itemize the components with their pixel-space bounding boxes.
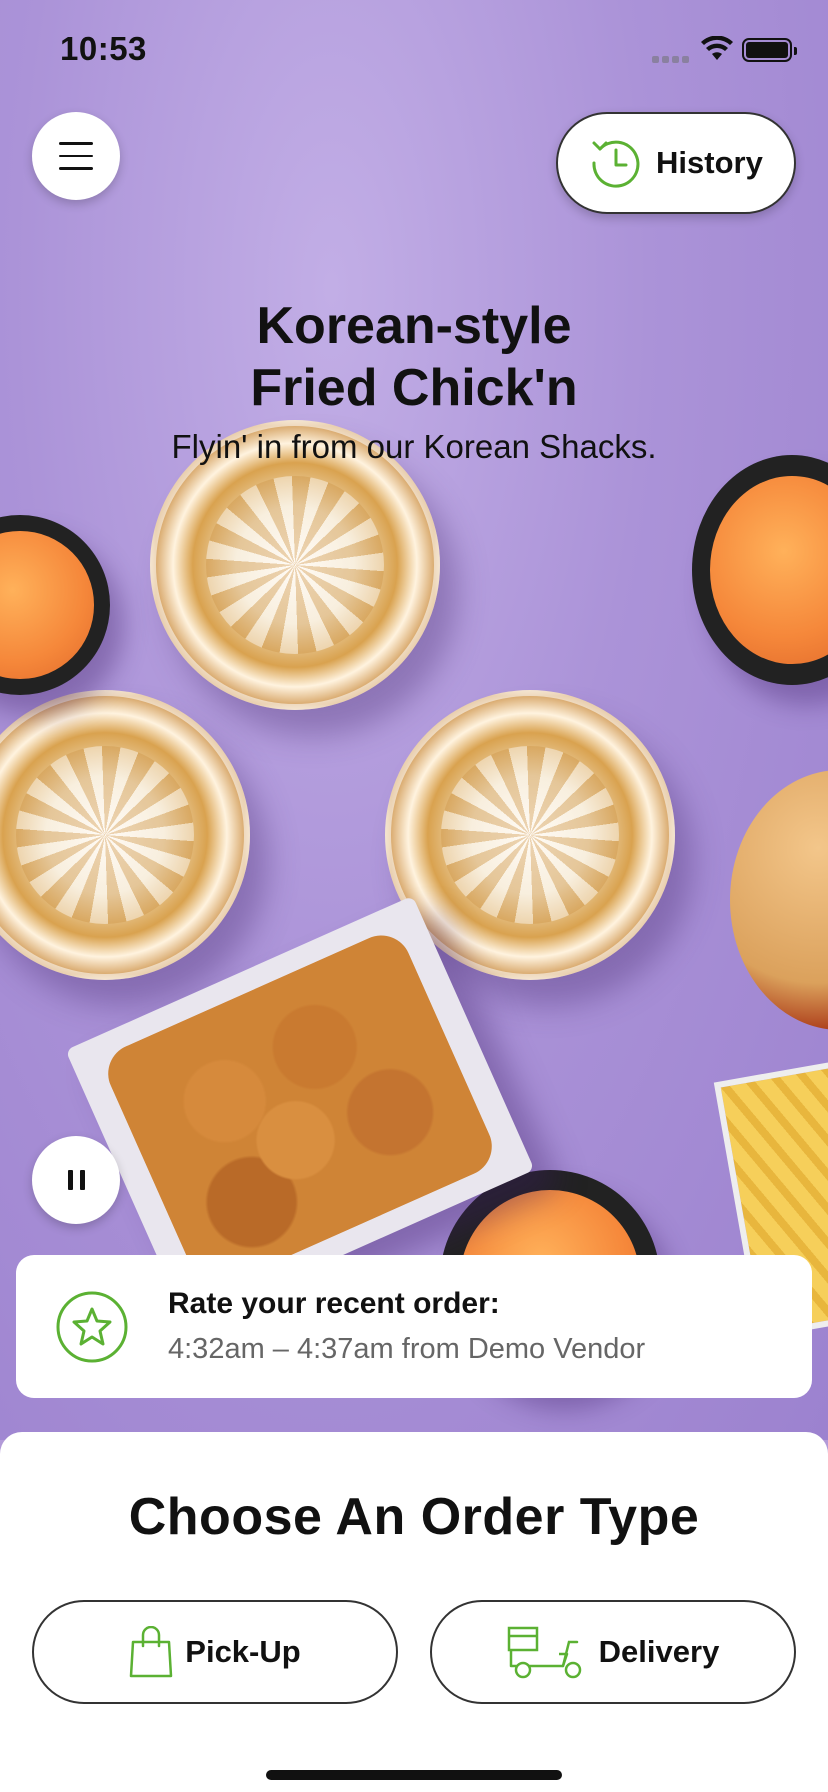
burger-image bbox=[730, 770, 828, 1030]
hero-title-line1: Korean-style bbox=[256, 297, 572, 355]
pause-icon bbox=[67, 1170, 73, 1190]
hero-title: Korean-style Fried Chick'n bbox=[0, 295, 828, 419]
status-time: 10:53 bbox=[60, 30, 147, 67]
pickup-label: Pick-Up bbox=[185, 1634, 301, 1669]
cellular-signal-icon bbox=[652, 50, 692, 63]
shopping-bag-icon bbox=[130, 1626, 173, 1678]
pause-button[interactable] bbox=[32, 1136, 120, 1224]
order-type-sheet: Choose An Order Type Pick-Up Delivery bbox=[0, 1432, 828, 1792]
hero-subtitle: Flyin' in from our Korean Shacks. bbox=[171, 428, 657, 465]
hero-title-line2: Fried Chick'n bbox=[250, 359, 578, 417]
clock-history-icon bbox=[592, 140, 640, 188]
sauce-cup-image bbox=[692, 455, 828, 685]
rate-order-text: Rate your recent order: 4:32am – 4:37am … bbox=[168, 1287, 645, 1366]
scooter-icon bbox=[507, 1626, 581, 1679]
rate-order-detail: 4:32am – 4:37am from Demo Vendor bbox=[168, 1333, 646, 1365]
rate-order-title: Rate your recent order: bbox=[168, 1287, 500, 1320]
delivery-button[interactable]: Delivery bbox=[430, 1600, 796, 1704]
delivery-label: Delivery bbox=[598, 1634, 720, 1669]
battery-icon bbox=[742, 38, 797, 62]
pickup-button[interactable]: Pick-Up bbox=[32, 1600, 398, 1704]
rate-order-card[interactable]: Rate your recent order: 4:32am – 4:37am … bbox=[16, 1255, 812, 1398]
star-icon bbox=[56, 1291, 128, 1362]
hamburger-icon bbox=[59, 142, 93, 145]
history-label: History bbox=[656, 145, 763, 180]
milkshake-image bbox=[0, 690, 250, 980]
hero-image bbox=[0, 0, 828, 1440]
sauce-cup-image bbox=[0, 515, 110, 695]
history-button[interactable]: History bbox=[556, 112, 796, 214]
order-type-title: Choose An Order Type bbox=[128, 1488, 700, 1546]
wifi-icon bbox=[701, 36, 733, 60]
menu-button[interactable] bbox=[32, 112, 120, 200]
status-bar: 10:53 bbox=[0, 0, 828, 100]
home-indicator[interactable] bbox=[266, 1770, 562, 1780]
